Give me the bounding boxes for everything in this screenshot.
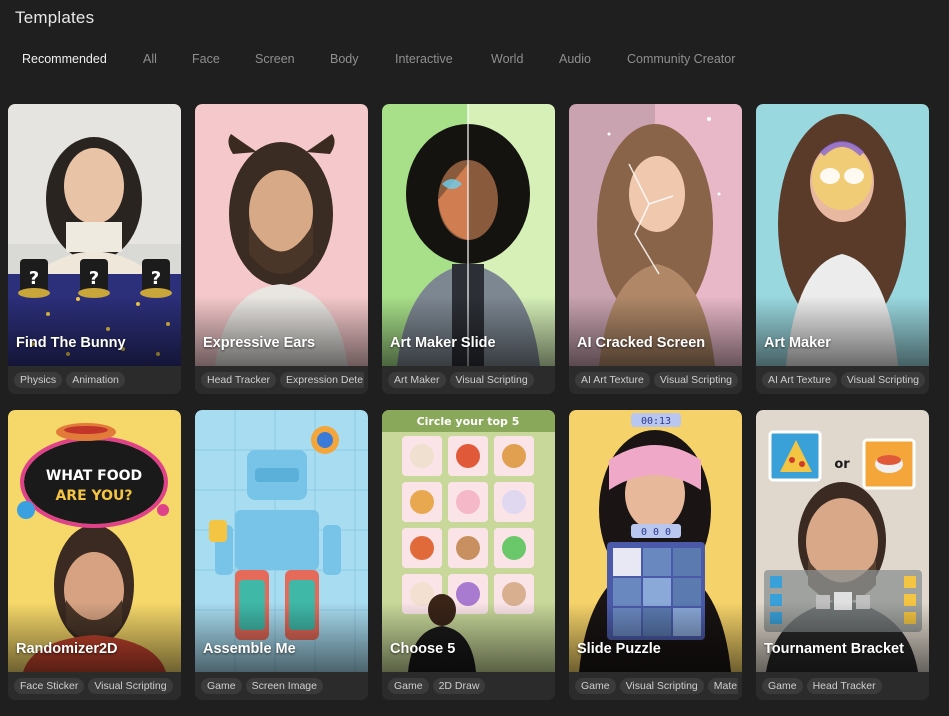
template-card-ai-cracked-screen[interactable]: AI Cracked Screen AI Art Texture Visual … xyxy=(569,104,742,394)
template-card-find-the-bunny[interactable]: ? ? ? Find The Bunny Physics Animation xyxy=(8,104,181,394)
template-thumbnail xyxy=(195,410,368,672)
tag: Physics xyxy=(14,372,63,388)
tab-community-creator[interactable]: Community Creator xyxy=(627,46,735,72)
tag: Mate xyxy=(707,678,738,694)
tag: Animation xyxy=(66,372,125,388)
template-thumbnail xyxy=(195,104,368,366)
template-thumbnail xyxy=(569,104,742,366)
template-tags: Head Tracker Expression Dete xyxy=(201,372,364,388)
tag: Visual Scripting xyxy=(449,372,534,388)
template-tags: AI Art Texture Visual Scripting xyxy=(762,372,925,388)
food-title-line2: ARE YOU? xyxy=(55,488,132,504)
template-title: Choose 5 xyxy=(390,641,456,657)
template-card-art-maker[interactable]: Art Maker AI Art Texture Visual Scriptin… xyxy=(756,104,929,394)
template-card-slide-puzzle[interactable]: 00:13 0 0 0 Slide Puzzle Game Visual Scr… xyxy=(569,410,742,700)
tab-body[interactable]: Body xyxy=(330,46,359,72)
versus-label: or xyxy=(834,457,850,472)
template-card-assemble-me[interactable]: Assemble Me Game Screen Image xyxy=(195,410,368,700)
template-card-randomizer2d[interactable]: WHAT FOOD ARE YOU? Randomizer2D Face Sti… xyxy=(8,410,181,700)
tag: Game xyxy=(575,678,616,694)
puzzle-counter: 0 0 0 xyxy=(641,527,671,538)
tag: Head Tracker xyxy=(806,678,882,694)
template-title: Art Maker Slide xyxy=(390,335,496,351)
template-tags: Physics Animation xyxy=(14,372,177,388)
tab-audio[interactable]: Audio xyxy=(559,46,591,72)
template-tags: AI Art Texture Visual Scripting xyxy=(575,372,738,388)
template-title: AI Cracked Screen xyxy=(577,335,706,351)
tag: Face Sticker xyxy=(14,678,85,694)
tag: Visual Scripting xyxy=(840,372,925,388)
template-thumbnail: 00:13 0 0 0 xyxy=(569,410,742,672)
template-thumbnail: ? ? ? xyxy=(8,104,181,366)
tag: Visual Scripting xyxy=(88,678,173,694)
template-tags: Art Maker Visual Scripting xyxy=(388,372,551,388)
tag: 2D Draw xyxy=(432,678,486,694)
template-thumbnail xyxy=(756,104,929,366)
tag: Visual Scripting xyxy=(653,372,738,388)
tab-world[interactable]: World xyxy=(491,46,523,72)
template-title: Assemble Me xyxy=(203,641,296,657)
tag: Visual Scripting xyxy=(619,678,704,694)
svg-text:?: ? xyxy=(29,268,39,289)
tag: AI Art Texture xyxy=(762,372,837,388)
svg-text:?: ? xyxy=(89,268,99,289)
tag: Art Maker xyxy=(388,372,446,388)
svg-text:?: ? xyxy=(151,268,161,289)
timer-readout: 00:13 xyxy=(641,416,671,427)
tag: Game xyxy=(388,678,429,694)
tab-interactive[interactable]: Interactive xyxy=(395,46,453,72)
template-tags: Game Screen Image xyxy=(201,678,364,694)
tag: Expression Dete xyxy=(280,372,364,388)
template-card-art-maker-slide[interactable]: Art Maker Slide Art Maker Visual Scripti… xyxy=(382,104,555,394)
template-title: Tournament Bracket xyxy=(764,641,904,657)
tag: Screen Image xyxy=(245,678,323,694)
template-thumbnail: or xyxy=(756,410,929,672)
template-tags: Game Head Tracker xyxy=(762,678,925,694)
template-title: Randomizer2D xyxy=(16,641,118,657)
template-card-choose-5[interactable]: Circle your top 5 Choose 5 Game 2D Draw xyxy=(382,410,555,700)
page-title: Templates xyxy=(15,8,95,27)
template-title: Slide Puzzle xyxy=(577,641,661,657)
template-title: Art Maker xyxy=(764,335,831,351)
tag: Game xyxy=(762,678,803,694)
template-tags: Face Sticker Visual Scripting xyxy=(14,678,177,694)
tab-screen[interactable]: Screen xyxy=(255,46,295,72)
template-tags: Game 2D Draw xyxy=(388,678,551,694)
tag: Game xyxy=(201,678,242,694)
food-title-line1: WHAT FOOD xyxy=(46,468,142,484)
template-title: Expressive Ears xyxy=(203,335,316,351)
tag: AI Art Texture xyxy=(575,372,650,388)
template-thumbnail: WHAT FOOD ARE YOU? xyxy=(8,410,181,672)
template-thumbnail xyxy=(382,104,555,366)
tab-recommended[interactable]: Recommended xyxy=(22,46,107,72)
tab-all[interactable]: All xyxy=(143,46,157,72)
template-card-tournament-bracket[interactable]: or Tournament Bracket Game Head Tracker xyxy=(756,410,929,700)
template-title: Find The Bunny xyxy=(16,335,126,351)
circle-top-banner: Circle your top 5 xyxy=(417,415,520,428)
template-card-expressive-ears[interactable]: Expressive Ears Head Tracker Expression … xyxy=(195,104,368,394)
template-thumbnail: Circle your top 5 xyxy=(382,410,555,672)
template-tags: Game Visual Scripting Mate xyxy=(575,678,738,694)
tab-face[interactable]: Face xyxy=(192,46,220,72)
tag: Head Tracker xyxy=(201,372,277,388)
